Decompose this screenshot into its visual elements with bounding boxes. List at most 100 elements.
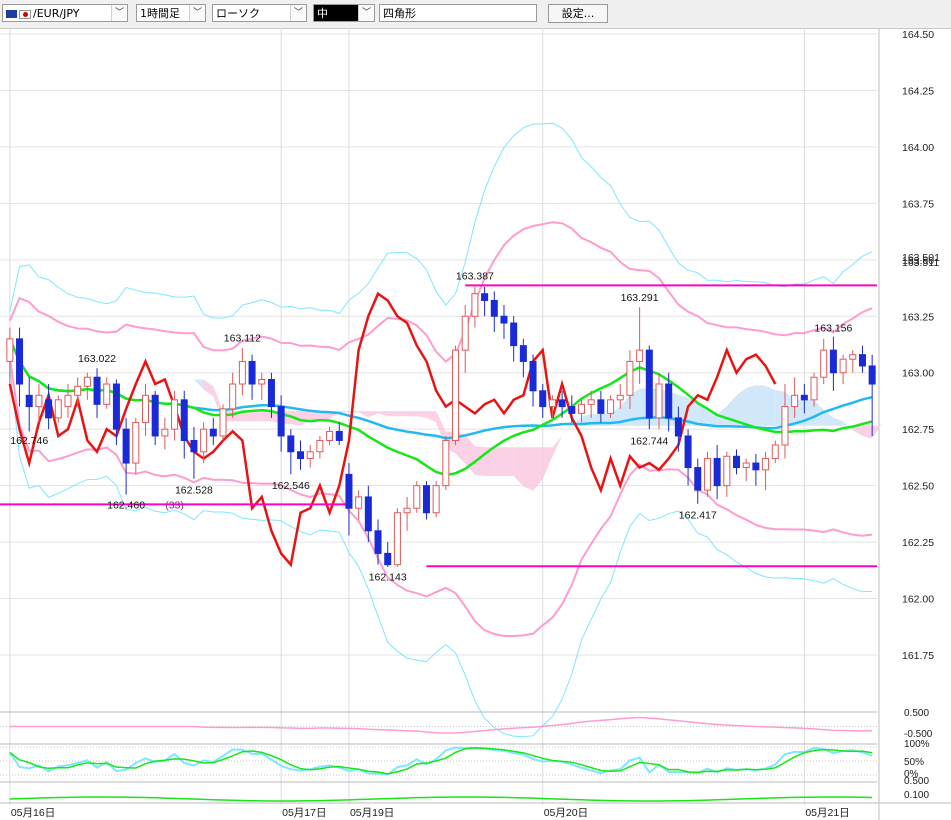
price-annotation: 163.156	[814, 322, 852, 334]
candle-body	[25, 394, 33, 408]
candle-body	[219, 408, 227, 437]
price-annotation: 162.460	[107, 500, 145, 512]
price-annotation: 162.746	[10, 435, 48, 447]
candle-body	[422, 485, 430, 514]
candle-body	[694, 467, 702, 491]
price-annotation: 162.528	[175, 484, 213, 496]
cloud-segment	[378, 411, 388, 417]
candle-body	[558, 399, 566, 408]
toolbar: /EUR/JPY ﹀ 1時間足 ﹀ ローソク ﹀ 中 ﹀ 四角形 設定...	[0, 0, 951, 29]
candle-body	[384, 552, 392, 566]
candle-body	[762, 458, 770, 471]
candle-body	[636, 349, 644, 362]
candle-body	[452, 349, 460, 441]
candle-body	[248, 360, 256, 385]
cloud-segment	[552, 435, 563, 457]
cloud-segment	[562, 425, 572, 436]
cloud-segment	[203, 379, 214, 397]
candle-body	[655, 383, 663, 419]
cloud-segment	[533, 447, 543, 491]
candle-body	[868, 365, 876, 385]
candle-body	[539, 390, 547, 408]
chart-type-label: ローソク	[216, 7, 260, 20]
cloud-segment	[300, 411, 311, 426]
cloud-segment	[358, 411, 369, 418]
candle-body	[200, 428, 208, 453]
candle-body	[461, 315, 469, 351]
cloud-segment	[339, 411, 349, 413]
cloud-segment	[252, 411, 262, 422]
price-annotation: 163.112	[224, 332, 261, 344]
candle-body	[810, 376, 818, 401]
price-chart: 162.746 163.022 162.460 (33) 162.528 163.112 1…	[0, 28, 951, 820]
chart-type-select[interactable]: ローソク ﹀	[212, 4, 307, 22]
candle-body	[781, 406, 789, 446]
size-select[interactable]: 中 ﹀	[313, 4, 375, 22]
candle-body	[791, 394, 799, 408]
cloud-segment	[862, 425, 873, 439]
eu-flag-icon	[6, 10, 17, 18]
candle-body	[481, 293, 489, 301]
oscillator-level-label: 50%	[904, 757, 924, 768]
x-date-label: 05月21日	[805, 807, 849, 819]
price-annotation: 162.546	[272, 480, 310, 492]
cloud-segment	[833, 417, 844, 426]
cloud-segment	[513, 447, 524, 487]
chevron-down-icon[interactable]: ﹀	[111, 5, 127, 21]
currency-pair-select[interactable]: /EUR/JPY ﹀	[2, 4, 128, 22]
candle-body	[703, 458, 711, 491]
candle-body	[277, 406, 285, 437]
jp-flag-icon	[19, 9, 31, 19]
candle-body	[267, 379, 275, 408]
y-tick-label: 163.75	[902, 198, 934, 210]
candle-body	[829, 349, 837, 374]
y-tick-label: 163.00	[902, 368, 934, 380]
candle-body	[54, 399, 62, 419]
candle-body	[723, 455, 731, 487]
candle-body	[616, 394, 624, 401]
oscillator-level-label: 0.500	[904, 708, 929, 719]
cloud-segment	[368, 411, 379, 418]
candle-body	[229, 383, 237, 410]
oscillator-level-label: 100%	[904, 739, 930, 750]
candle-body	[500, 315, 508, 324]
candle-body	[849, 354, 857, 360]
price-annotation: 163.387	[456, 270, 494, 282]
current-price-label: 163.511	[902, 257, 939, 269]
cloud-segment	[523, 447, 534, 491]
cloud-segment	[542, 447, 553, 480]
candle-body	[364, 496, 372, 532]
x-date-label: 05月17日	[282, 807, 326, 819]
y-tick-label: 164.00	[902, 142, 934, 154]
y-tick-label: 164.50	[902, 29, 934, 41]
y-tick-label: 161.75	[902, 650, 934, 662]
cloud-segment	[193, 379, 204, 390]
price-annotation: 162.744	[630, 436, 668, 448]
candle-body	[209, 428, 217, 437]
candle-body	[64, 394, 72, 408]
x-date-label: 05月20日	[544, 807, 588, 819]
candle-body	[297, 451, 305, 460]
candle-body	[287, 435, 295, 453]
y-tick-label: 164.25	[902, 85, 934, 97]
candle-body	[771, 444, 779, 460]
candle-body	[45, 399, 53, 419]
candle-body	[403, 507, 411, 514]
cloud-segment	[426, 411, 437, 423]
candle-body	[112, 383, 120, 430]
chevron-down-icon[interactable]: ﹀	[290, 5, 306, 21]
settings-button[interactable]: 設定...	[548, 4, 608, 23]
candle-body	[607, 399, 615, 414]
candle-body	[306, 451, 314, 460]
price-annotation: (33)	[165, 500, 184, 512]
candle-body	[674, 417, 682, 437]
candle-body	[132, 421, 140, 464]
chevron-down-icon[interactable]: ﹀	[189, 5, 205, 21]
timeframe-select[interactable]: 1時間足 ﹀	[136, 4, 206, 22]
drawing-tool-select[interactable]: 四角形	[379, 4, 537, 22]
chevron-down-icon[interactable]: ﹀	[358, 5, 374, 21]
candle-body	[171, 399, 179, 430]
y-tick-label: 162.75	[902, 424, 934, 436]
cloud-segment	[494, 447, 504, 477]
price-annotation: 163.022	[78, 353, 116, 365]
